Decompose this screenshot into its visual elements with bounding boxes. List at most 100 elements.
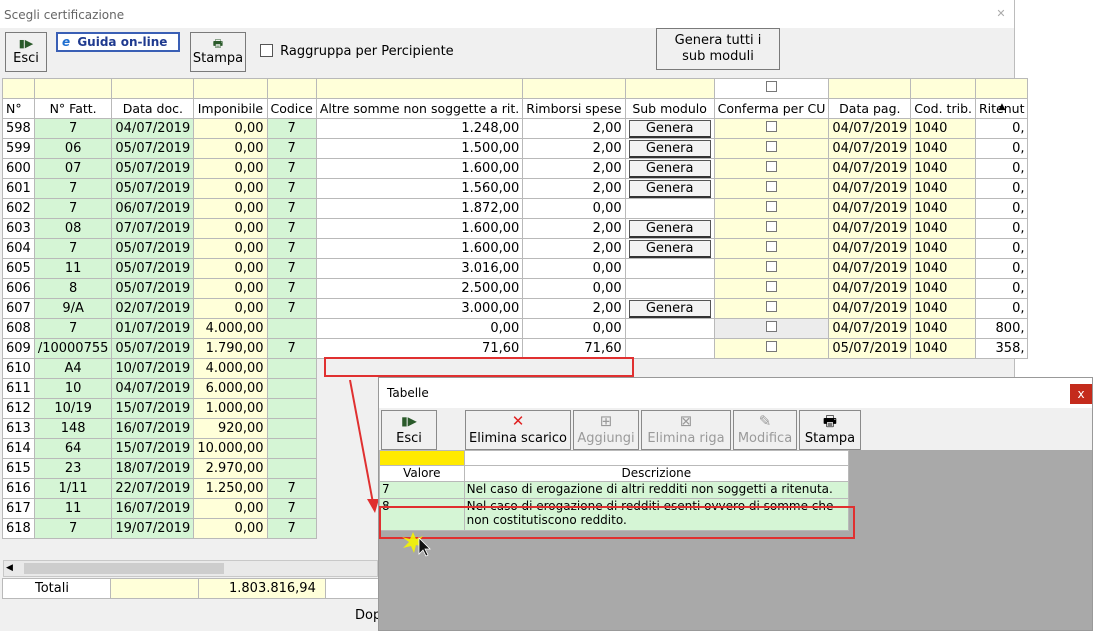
cell-n[interactable]: 603 (2, 218, 35, 239)
cell-n[interactable]: 609 (2, 338, 35, 359)
cell-ritenuta[interactable]: 358, (974, 338, 1029, 359)
cell-fatt[interactable]: 08 (33, 218, 113, 239)
cell-cod-trib[interactable]: 1040 (910, 218, 976, 239)
cell-altre-somme[interactable]: 1.248,00 (315, 118, 524, 139)
filter-cell[interactable] (33, 78, 113, 99)
cell-sub-modulo[interactable]: Genera (624, 178, 715, 199)
genera-button[interactable]: Genera (628, 299, 711, 318)
close-icon[interactable]: ✕ (992, 5, 1010, 23)
cell-ritenuta[interactable]: 800, (974, 318, 1029, 339)
cell-imponibile[interactable]: 920,00 (193, 418, 268, 439)
cell-ritenuta[interactable]: 0, (974, 158, 1029, 179)
cell-altre-somme[interactable]: 3.000,00 (315, 298, 524, 319)
tabelle-stampa-button[interactable]: 🖶 Stampa (799, 410, 861, 450)
tabelle-row[interactable]: 7 Nel caso di erogazione di altri reddit… (379, 481, 850, 499)
cell-codice[interactable]: 7 (266, 198, 317, 219)
cell-altre-somme[interactable]: 1.600,00 (315, 218, 524, 239)
conferma-checkbox[interactable] (765, 241, 777, 252)
cell-conferma[interactable] (713, 138, 830, 159)
cell-codice[interactable]: 7 (266, 158, 317, 179)
filter-cell[interactable] (111, 78, 195, 99)
column-header[interactable]: N° (2, 98, 35, 119)
cell-conferma[interactable] (713, 158, 830, 179)
valore-cell[interactable]: 7 (379, 481, 465, 499)
cell-fatt[interactable]: 11 (33, 498, 113, 519)
cell-ritenuta[interactable]: 0, (974, 178, 1029, 199)
cell-codice[interactable]: 7 (266, 338, 317, 359)
cell-data[interactable]: 04/07/2019 (111, 378, 195, 399)
cell-fatt[interactable]: 10/19 (33, 398, 113, 419)
close-icon[interactable]: x (1070, 384, 1092, 404)
cell-ritenuta[interactable]: 0, (974, 118, 1029, 139)
cell-altre-somme[interactable]: 1.872,00 (315, 198, 524, 219)
cell-cod-trib[interactable]: 1040 (910, 278, 976, 299)
modifica-button[interactable]: ✎ Modifica (733, 410, 797, 450)
cell-data-pag[interactable]: 04/07/2019 (828, 278, 912, 299)
cell-conferma[interactable] (713, 278, 830, 299)
cell-sub-modulo[interactable]: Genera (624, 138, 715, 159)
tabelle-esci-button[interactable]: ▮▶ Esci (381, 410, 437, 450)
conferma-checkbox[interactable] (765, 201, 777, 212)
elimina-scarico-button[interactable]: ✕ Elimina scarico (465, 410, 571, 450)
filter-cell[interactable] (266, 78, 317, 99)
cell-codice[interactable] (266, 398, 317, 419)
cell-imponibile[interactable]: 0,00 (193, 278, 268, 299)
cell-n[interactable]: 598 (2, 118, 35, 139)
cell-imponibile[interactable]: 0,00 (193, 138, 268, 159)
cell-cod-trib[interactable]: 1040 (910, 178, 976, 199)
cell-data[interactable]: 05/07/2019 (111, 238, 195, 259)
cell-data[interactable]: 05/07/2019 (111, 258, 195, 279)
cell-n[interactable]: 600 (2, 158, 35, 179)
filter-cell[interactable] (974, 78, 1029, 99)
horizontal-scrollbar[interactable]: ◀ (3, 560, 378, 577)
cell-fatt[interactable]: 7 (33, 518, 113, 539)
cell-n[interactable]: 617 (2, 498, 35, 519)
cell-codice[interactable] (266, 318, 317, 339)
cell-data[interactable]: 16/07/2019 (111, 418, 195, 439)
column-header[interactable]: Imponibile (193, 98, 268, 119)
cell-data-pag[interactable]: 04/07/2019 (828, 138, 912, 159)
cell-rimborsi[interactable]: 2,00 (522, 218, 626, 239)
scroll-left-arrow[interactable]: ◀ (6, 561, 13, 576)
elimina-riga-button[interactable]: ⊠ Elimina riga (641, 410, 731, 450)
cell-codice[interactable] (266, 438, 317, 459)
cell-sub-modulo[interactable] (624, 278, 715, 299)
cell-fatt[interactable]: 148 (33, 418, 113, 439)
cell-data[interactable]: 05/07/2019 (111, 338, 195, 359)
cell-data[interactable]: 18/07/2019 (111, 458, 195, 479)
cell-fatt[interactable]: 8 (33, 278, 113, 299)
header-descrizione[interactable]: Descrizione (463, 465, 850, 482)
scrollbar-up-arrow[interactable]: ▲ (995, 100, 1009, 114)
cell-rimborsi[interactable]: 2,00 (522, 118, 626, 139)
table-row[interactable]: 604 7 05/07/2019 0,00 7 1.600,00 2,00 Genera 04/… (2, 238, 1029, 259)
cell-altre-somme[interactable]: 1.500,00 (315, 138, 524, 159)
raggruppa-check-box[interactable] (260, 44, 273, 57)
cell-rimborsi[interactable]: 2,00 (522, 178, 626, 199)
genera-button[interactable]: Genera (628, 119, 711, 138)
cell-fatt[interactable]: A4 (33, 358, 113, 379)
cell-sub-modulo[interactable] (624, 198, 715, 219)
conferma-checkbox[interactable] (765, 161, 777, 172)
cell-sub-modulo[interactable]: Genera (624, 158, 715, 179)
cell-codice[interactable]: 7 (266, 278, 317, 299)
cell-cod-trib[interactable]: 1040 (910, 158, 976, 179)
cell-ritenuta[interactable]: 0, (974, 298, 1029, 319)
cell-ritenuta[interactable]: 0, (974, 258, 1029, 279)
cell-codice[interactable]: 7 (266, 218, 317, 239)
cell-altre-somme[interactable]: 3.016,00 (315, 258, 524, 279)
cell-altre-somme[interactable]: 0,00 (315, 318, 524, 339)
cell-codice[interactable]: 7 (266, 498, 317, 519)
cell-imponibile[interactable]: 0,00 (193, 238, 268, 259)
cell-fatt[interactable]: /10000755 (33, 338, 113, 359)
cell-data-pag[interactable]: 04/07/2019 (828, 178, 912, 199)
cell-n[interactable]: 613 (2, 418, 35, 439)
table-row[interactable]: 608 7 01/07/2019 4.000,00 0,00 0,00 04/07/2019… (2, 318, 1029, 339)
guida-online-link[interactable]: e Guida on-line (56, 32, 180, 52)
cell-sub-modulo[interactable]: Genera (624, 118, 715, 139)
cell-sub-modulo[interactable] (624, 338, 715, 359)
table-row[interactable]: 601 7 05/07/2019 0,00 7 1.560,00 2,00 Genera 04/… (2, 178, 1029, 199)
cell-data-pag[interactable]: 04/07/2019 (828, 298, 912, 319)
cell-fatt[interactable]: 11 (33, 258, 113, 279)
column-header[interactable]: Rimborsi spese (522, 98, 626, 119)
cell-data-pag[interactable]: 04/07/2019 (828, 318, 912, 339)
